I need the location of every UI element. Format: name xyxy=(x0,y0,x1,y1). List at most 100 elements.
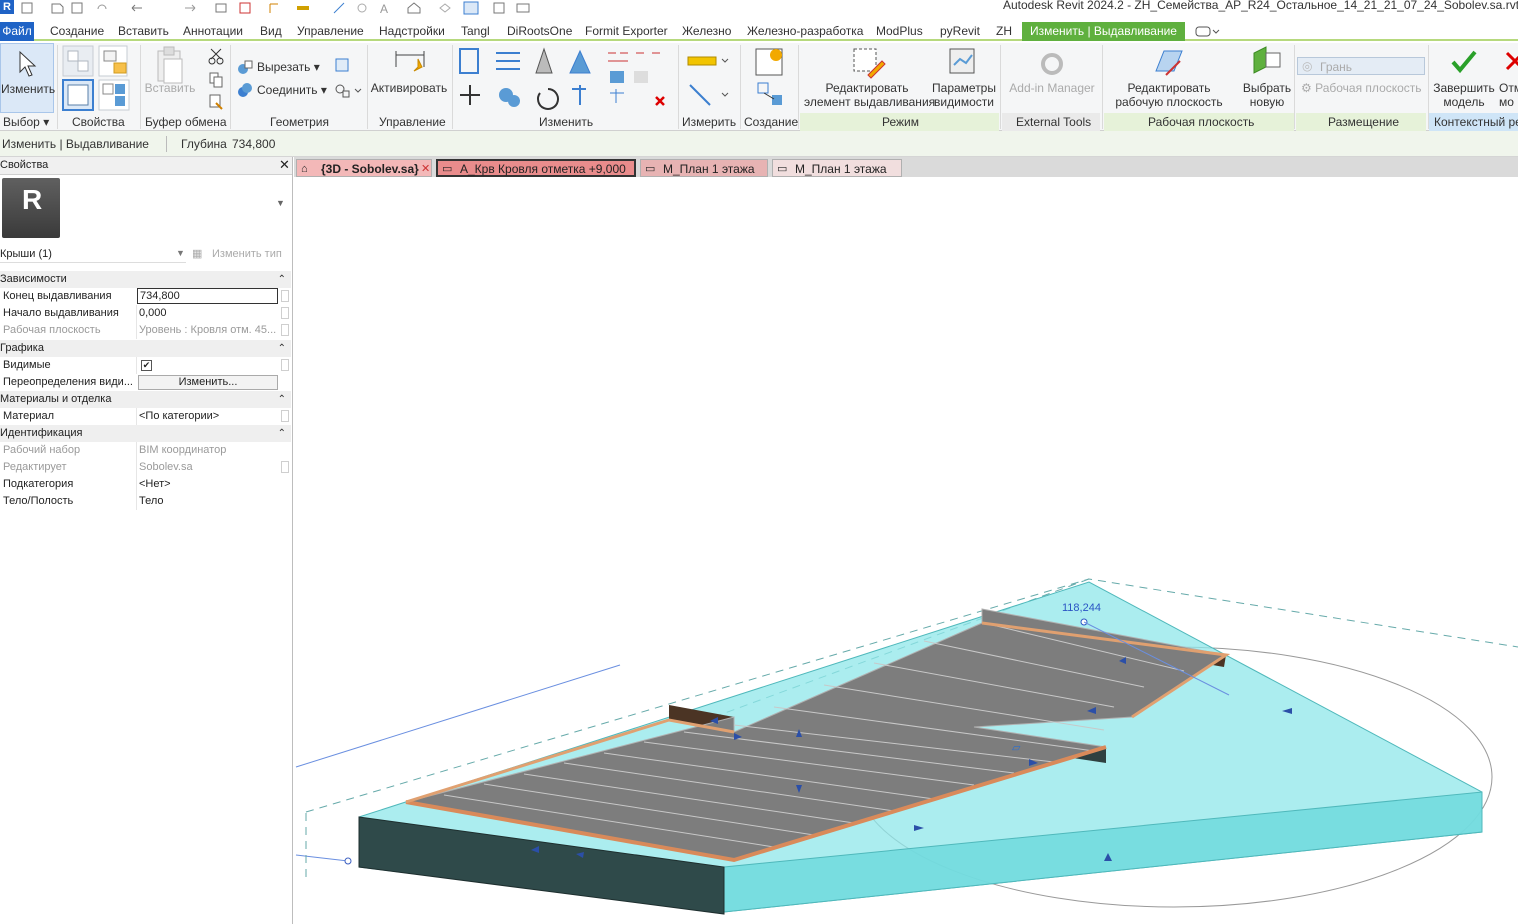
activate-dimensions-icon[interactable] xyxy=(392,45,428,79)
tab-view[interactable]: Вид xyxy=(260,22,282,41)
join-geometry-icon[interactable] xyxy=(237,82,253,98)
extrusion-end-input[interactable]: 734,800 xyxy=(137,288,278,304)
tab-create[interactable]: Создание xyxy=(50,22,104,41)
collapse-icon[interactable]: ⌃ xyxy=(278,391,286,408)
subcategory-value[interactable]: <Нет> xyxy=(139,476,279,493)
view-tab-roof-plan[interactable]: ▭ А_Крв Кровля отметка +9,000 xyxy=(436,159,636,177)
associate-parameter-button[interactable] xyxy=(281,307,289,319)
finish-model-label: Завершить модель xyxy=(1430,81,1498,109)
pick-new-label: Выбрать новую xyxy=(1238,81,1296,109)
visible-checkbox[interactable]: ✔ xyxy=(141,360,152,371)
face-placement-option[interactable]: ◎ Грань xyxy=(1297,57,1425,75)
clipboard-small-icons[interactable] xyxy=(206,47,226,111)
3d-model-canvas[interactable]: 118,244 ▱ xyxy=(294,177,1518,924)
property-key: Рабочий набор xyxy=(3,444,81,456)
pick-new-line2: новую xyxy=(1249,95,1285,109)
solid-void-value[interactable]: Тело xyxy=(139,493,279,510)
tab-zh[interactable]: ZH xyxy=(996,22,1012,41)
cancel-x-icon[interactable] xyxy=(1505,51,1518,75)
tab-insert[interactable]: Вставить xyxy=(118,22,169,41)
tab-modify-extrusion[interactable]: Изменить | Выдавливание xyxy=(1022,22,1185,41)
divider xyxy=(1294,45,1295,129)
pick-new-workplane-icon[interactable] xyxy=(1250,45,1284,79)
dimension-label[interactable]: 118,244 xyxy=(1062,602,1101,614)
collapse-icon[interactable]: ⌃ xyxy=(278,271,286,288)
modify-button[interactable]: Изменить xyxy=(0,43,55,113)
property-key: Переопределения види... xyxy=(3,376,133,388)
edit-workplane-icon[interactable] xyxy=(1150,45,1186,79)
control-panel-label: Управление xyxy=(379,115,446,129)
edit-workplane-line1: Редактировать xyxy=(1127,81,1211,95)
ribbon-display-options-icon[interactable] xyxy=(1195,25,1221,38)
cut-geometry-icon[interactable] xyxy=(237,59,253,75)
tab-addins[interactable]: Надстройки xyxy=(379,22,445,41)
view-tab-floor-plan-1[interactable]: ▭ М_План 1 этажа xyxy=(640,159,768,177)
tab-modplus[interactable]: ModPlus xyxy=(876,22,923,41)
associate-parameter-button[interactable] xyxy=(281,324,289,336)
tab-tangl[interactable]: Tangl xyxy=(461,22,490,41)
extrusion-start-value[interactable]: 0,000 xyxy=(139,305,279,322)
addin-manager-icon[interactable] xyxy=(1038,51,1066,77)
tab-formit-exporter[interactable]: Formit Exporter xyxy=(585,22,668,41)
edit-extrusion-line1: Редактировать xyxy=(825,81,909,95)
material-value[interactable]: <По категории> xyxy=(139,408,279,425)
options-context-label: Изменить | Выдавливание xyxy=(2,137,149,151)
collapse-icon[interactable]: ⌃ xyxy=(278,425,286,442)
close-icon[interactable]: ✕ xyxy=(421,160,430,178)
depth-input[interactable]: 734,800 xyxy=(232,137,275,151)
category-materials[interactable]: Материалы и отделка ⌃ xyxy=(0,391,291,408)
3d-viewport[interactable]: 118,244 ▱ xyxy=(294,177,1518,924)
divider xyxy=(1000,45,1001,129)
edit-extrusion-icon[interactable] xyxy=(850,45,886,79)
workplane-placement-icon: ⚙ xyxy=(1301,81,1312,95)
vg-overrides-edit-button[interactable]: Изменить... xyxy=(138,375,278,390)
category-graphics[interactable]: Графика ⌃ xyxy=(0,340,291,357)
finish-checkmark-icon[interactable] xyxy=(1450,49,1478,75)
vg-overrides-button-label: Изменить... xyxy=(178,376,238,388)
category-identity[interactable]: Идентификация ⌃ xyxy=(0,425,291,442)
reference-point[interactable] xyxy=(344,857,352,865)
category-constraints[interactable]: Зависимости ⌃ xyxy=(0,271,291,288)
quick-access-toolbar[interactable]: A xyxy=(20,1,540,15)
edit-workplane-label: Редактировать рабочую плоскость xyxy=(1108,81,1230,109)
divider xyxy=(136,459,137,476)
properties-icons[interactable] xyxy=(60,43,136,111)
instance-selector[interactable]: Крыши (1) ▼ xyxy=(0,245,186,263)
join-text: Соединить xyxy=(257,83,318,97)
divider xyxy=(140,45,141,129)
divider xyxy=(136,476,137,493)
associate-parameter-button[interactable] xyxy=(281,290,289,302)
type-selector[interactable]: R ▼ xyxy=(0,176,292,241)
view-tab-floor-plan-2[interactable]: ▭ М_План 1 этажа xyxy=(772,159,902,177)
property-row-workset: Рабочий набор BIM координатор xyxy=(0,442,291,459)
workplane-viewer-icon[interactable]: ▱ xyxy=(1012,742,1021,754)
property-key: Материал xyxy=(3,410,54,422)
modify-tools-icons[interactable] xyxy=(456,45,676,113)
collapse-icon[interactable]: ⌃ xyxy=(278,340,286,357)
app-logo-icon[interactable]: R xyxy=(0,0,14,14)
visibility-line1: Параметры xyxy=(932,81,996,95)
workplane-placement-option[interactable]: ⚙ Рабочая плоскость xyxy=(1301,81,1422,95)
close-icon[interactable]: ✕ xyxy=(279,157,290,173)
select-panel-label[interactable]: Выбор ▾ xyxy=(3,114,49,130)
create-icons[interactable] xyxy=(750,45,790,111)
tab-file[interactable]: Файл xyxy=(0,22,34,41)
tab-manage[interactable]: Управление xyxy=(297,22,364,41)
edit-type-button[interactable]: ▦ Изменить тип xyxy=(190,245,290,263)
geometry-extra-icons[interactable] xyxy=(333,57,363,103)
tab-zhelezno[interactable]: Железно xyxy=(682,22,731,41)
measure-icons[interactable] xyxy=(686,49,732,111)
tab-zhelezno-dev[interactable]: Железно-разработка xyxy=(747,22,863,41)
view-tab-3d[interactable]: ⌂ {3D - Sobolev.sa} ✕ xyxy=(296,159,432,177)
cancel-line2: мо xyxy=(1499,95,1514,109)
visibility-settings-icon[interactable] xyxy=(946,45,980,79)
cut-label[interactable]: Вырезать ▾ xyxy=(257,60,320,74)
external-tools-panel-label: External Tools xyxy=(1016,115,1092,129)
associate-parameter-button[interactable] xyxy=(281,359,289,371)
tab-annotate[interactable]: Аннотации xyxy=(183,22,243,41)
tab-dirootsone[interactable]: DiRootsOne xyxy=(507,22,572,41)
associate-parameter-button[interactable] xyxy=(281,461,289,473)
join-label[interactable]: Соединить ▾ xyxy=(257,83,327,97)
associate-parameter-button[interactable] xyxy=(281,410,289,422)
tab-pyrevit[interactable]: pyRevit xyxy=(940,22,980,41)
